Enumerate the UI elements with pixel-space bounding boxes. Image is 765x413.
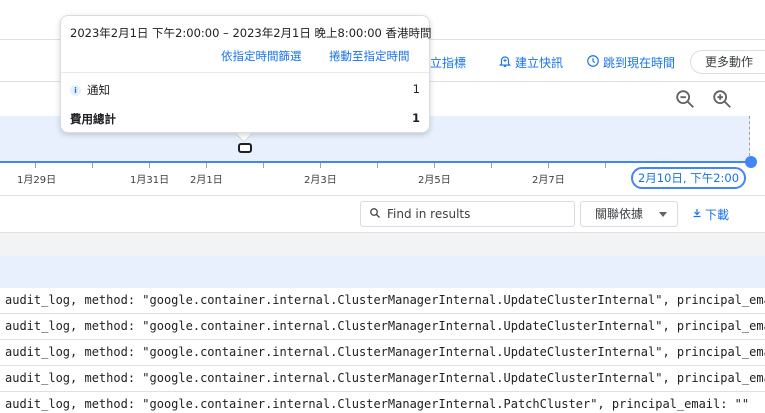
tooltip-row-notice: i 通知 1 <box>70 82 420 98</box>
timeline-tick-label: 1月31日 <box>130 175 170 186</box>
bell-icon <box>498 54 512 71</box>
timeline-tick <box>263 163 264 168</box>
log-row[interactable]: audit_log, method: "google.container.int… <box>0 366 765 392</box>
correlate-by-label: 關聯依據 <box>595 207 644 221</box>
event-marker[interactable] <box>238 143 252 153</box>
timeline-tick <box>206 163 207 168</box>
create-alert-label: 建立快訊 <box>515 56 564 70</box>
find-in-results-box[interactable] <box>360 201 575 227</box>
tooltip-row-label: 費用總計 <box>70 112 116 126</box>
zoom-out-button[interactable] <box>674 88 696 110</box>
timeline-tick <box>320 163 321 168</box>
more-actions-button[interactable]: 更多動作 <box>690 50 765 74</box>
results-highlight-band <box>0 256 765 288</box>
tooltip-row-value: 1 <box>412 82 420 96</box>
tooltip-time-range: 2023年2月1日 下午2:00:00 – 2023年2月1日 晚上8:00:0… <box>70 26 432 40</box>
zoom-out-icon <box>676 90 694 108</box>
timeline-divider <box>0 195 765 196</box>
tooltip-row-value: 1 <box>411 111 420 125</box>
jump-to-now-button[interactable]: 跳到現在時間 <box>586 54 675 71</box>
timeline-tick <box>491 163 492 168</box>
timeline-tick-label: 2月3日 <box>304 175 337 186</box>
download-button[interactable]: 下載 <box>691 206 729 223</box>
timeline-tick <box>377 163 378 168</box>
correlate-by-dropdown[interactable]: 關聯依據 <box>580 201 678 227</box>
timeline-end-guide <box>749 116 750 156</box>
info-icon: i <box>70 85 81 96</box>
timeline-tick <box>149 163 150 168</box>
timeline-tick-label: 2月1日 <box>190 175 223 186</box>
more-actions-label: 更多動作 <box>705 55 754 69</box>
log-results-list: audit_log, method: "google.container.int… <box>0 288 765 413</box>
zoom-in-button[interactable] <box>711 88 733 110</box>
create-alert-button[interactable]: 建立快訊 <box>498 54 563 71</box>
tooltip-row-total: 費用總計 1 <box>70 111 420 127</box>
timeline-tick-label: 1月29日 <box>17 175 57 186</box>
download-icon <box>691 207 703 222</box>
range-end-chip[interactable]: 2月10日, 下午2:00 <box>631 167 746 189</box>
jump-to-now-label: 跳到現在時間 <box>603 56 676 70</box>
timeline-tick <box>605 163 606 168</box>
clock-icon <box>586 54 600 71</box>
search-icon <box>369 207 381 222</box>
tooltip-row-label: 通知 <box>87 83 110 97</box>
filter-to-time-link[interactable]: 依指定時間篩選 <box>221 48 302 64</box>
download-label: 下載 <box>705 208 730 222</box>
log-row[interactable]: audit_log, method: "google.container.int… <box>0 314 765 340</box>
timeline-tick <box>92 163 93 168</box>
timeline-tick <box>548 163 549 168</box>
histogram-tooltip: 2023年2月1日 下午2:00:00 – 2023年2月1日 晚上8:00:0… <box>60 15 432 133</box>
find-in-results-input[interactable] <box>387 207 567 221</box>
chevron-down-icon <box>659 212 667 217</box>
log-row[interactable]: audit_log, method: "google.container.int… <box>0 340 765 366</box>
timeline-tick <box>434 163 435 168</box>
zoom-in-icon <box>713 90 731 108</box>
timeline-tick-label: 2月5日 <box>418 175 451 186</box>
log-row[interactable]: audit_log, method: "google.container.int… <box>0 392 765 413</box>
timeline-tick <box>35 163 36 168</box>
results-header-band <box>0 232 765 256</box>
timeline-tick-label: 2月7日 <box>532 175 565 186</box>
log-row[interactable]: audit_log, method: "google.container.int… <box>0 288 765 314</box>
tooltip-divider <box>61 72 429 73</box>
timeline-end-handle[interactable] <box>745 156 757 168</box>
scroll-to-time-link[interactable]: 捲動至指定時間 <box>329 48 410 64</box>
timeline-axis <box>0 161 750 163</box>
